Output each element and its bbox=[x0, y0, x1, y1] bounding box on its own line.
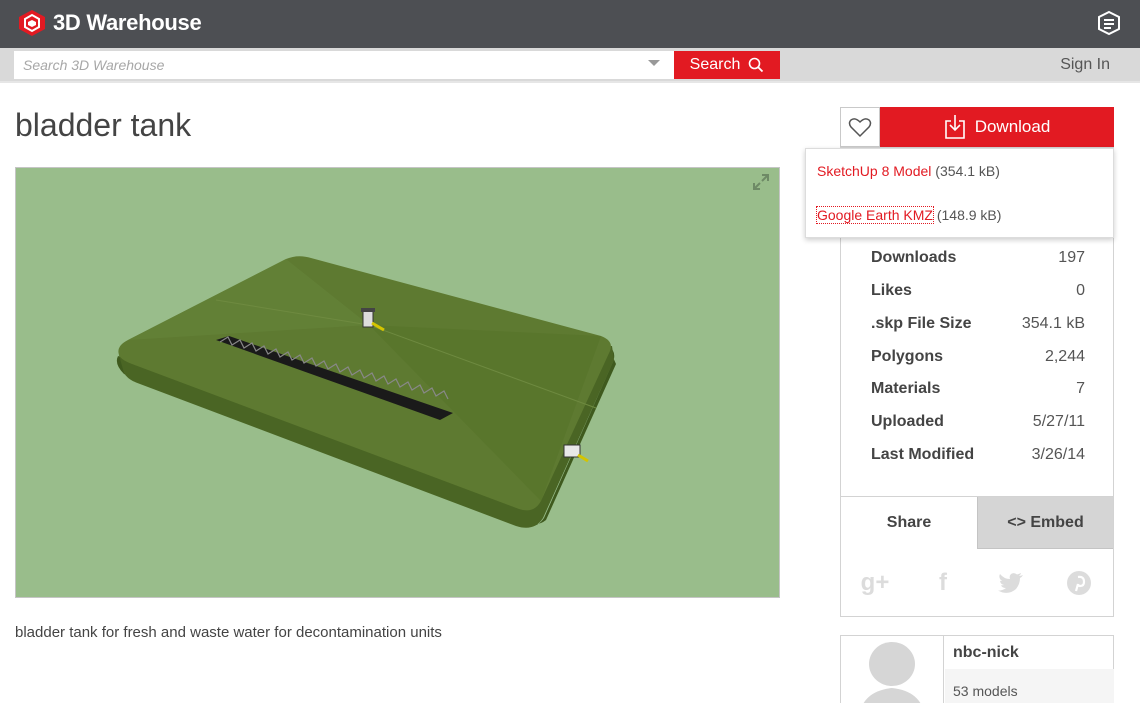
stat-downloads: Downloads 197 bbox=[871, 249, 1085, 267]
stat-label: Uploaded bbox=[871, 413, 944, 430]
model-preview-image bbox=[116, 256, 616, 528]
stat-materials: Materials 7 bbox=[871, 380, 1085, 398]
stat-label: Likes bbox=[871, 282, 912, 299]
share-embed-tabs: Share <> Embed bbox=[841, 496, 1113, 549]
heart-icon bbox=[848, 118, 872, 138]
twitter-icon[interactable] bbox=[996, 568, 1026, 598]
download-option-size: (354.1 kB) bbox=[935, 163, 1000, 179]
stat-value: 3/26/14 bbox=[1031, 446, 1085, 463]
search-input[interactable] bbox=[14, 51, 674, 79]
sign-in-link[interactable]: Sign In bbox=[1060, 56, 1110, 74]
download-option-label[interactable]: Google Earth KMZ bbox=[816, 206, 934, 224]
download-button[interactable]: Download bbox=[880, 107, 1114, 147]
user-silhouette-icon bbox=[863, 642, 921, 703]
stat-value: 197 bbox=[1058, 249, 1085, 266]
stat-uploaded: Uploaded 5/27/11 bbox=[871, 413, 1085, 431]
stat-label: Polygons bbox=[871, 348, 944, 365]
author-model-count[interactable]: 53 models bbox=[945, 669, 1114, 703]
avatar[interactable] bbox=[841, 636, 944, 703]
like-button[interactable] bbox=[840, 107, 880, 147]
tab-embed[interactable]: <> Embed bbox=[977, 497, 1113, 549]
stat-value: 2,244 bbox=[1044, 348, 1085, 365]
download-option-skp[interactable]: SketchUp 8 Model (354.1 kB) bbox=[817, 163, 1000, 179]
download-icon bbox=[944, 115, 965, 139]
search-dropdown-icon[interactable] bbox=[648, 60, 660, 66]
author-name[interactable]: nbc-nick bbox=[953, 644, 1019, 662]
download-menu: SketchUp 8 Model (354.1 kB) Google Earth… bbox=[805, 148, 1114, 238]
stat-label: .skp File Size bbox=[871, 315, 972, 332]
model-description: bladder tank for fresh and waste water f… bbox=[15, 624, 442, 641]
author-card[interactable]: nbc-nick 53 models bbox=[840, 635, 1114, 703]
stat-polygons: Polygons 2,244 bbox=[871, 348, 1085, 366]
stat-value: 7 bbox=[1076, 380, 1085, 397]
stat-last-modified: Last Modified 3/26/14 bbox=[871, 446, 1085, 464]
fullscreen-icon[interactable] bbox=[751, 172, 771, 192]
brand-logo[interactable]: 3D Warehouse bbox=[17, 9, 202, 37]
warehouse-logo-icon bbox=[19, 10, 45, 36]
pinterest-icon[interactable] bbox=[1064, 568, 1094, 598]
search-bar: Search Sign In bbox=[0, 48, 1140, 83]
google-plus-icon[interactable]: g+ bbox=[860, 568, 890, 598]
stat-value: 0 bbox=[1076, 282, 1085, 299]
model-viewer[interactable] bbox=[15, 167, 780, 598]
download-option-size: (148.9 kB) bbox=[936, 207, 1002, 223]
search-button-label: Search bbox=[689, 56, 741, 73]
stat-value: 354.1 kB bbox=[1021, 315, 1085, 332]
stat-file-size: .skp File Size 354.1 kB bbox=[871, 315, 1085, 333]
top-bar: 3D Warehouse bbox=[0, 0, 1140, 48]
stat-value: 5/27/11 bbox=[1032, 413, 1085, 430]
stat-label: Last Modified bbox=[871, 446, 975, 463]
facebook-icon[interactable]: f bbox=[928, 568, 958, 598]
stat-label: Downloads bbox=[871, 249, 957, 266]
stat-label: Materials bbox=[871, 380, 941, 397]
search-icon bbox=[749, 57, 764, 73]
download-option-label[interactable]: SketchUp 8 Model bbox=[817, 163, 931, 179]
search-button[interactable]: Search bbox=[674, 51, 780, 79]
stat-likes: Likes 0 bbox=[871, 282, 1085, 300]
download-button-label: Download bbox=[974, 117, 1051, 136]
brand-name: 3D Warehouse bbox=[53, 10, 202, 35]
page-title: bladder tank bbox=[15, 107, 192, 143]
download-option-kmz[interactable]: Google Earth KMZ (148.9 kB) bbox=[816, 206, 1002, 224]
tab-share[interactable]: Share bbox=[841, 497, 977, 549]
menu-icon[interactable] bbox=[1096, 10, 1122, 36]
